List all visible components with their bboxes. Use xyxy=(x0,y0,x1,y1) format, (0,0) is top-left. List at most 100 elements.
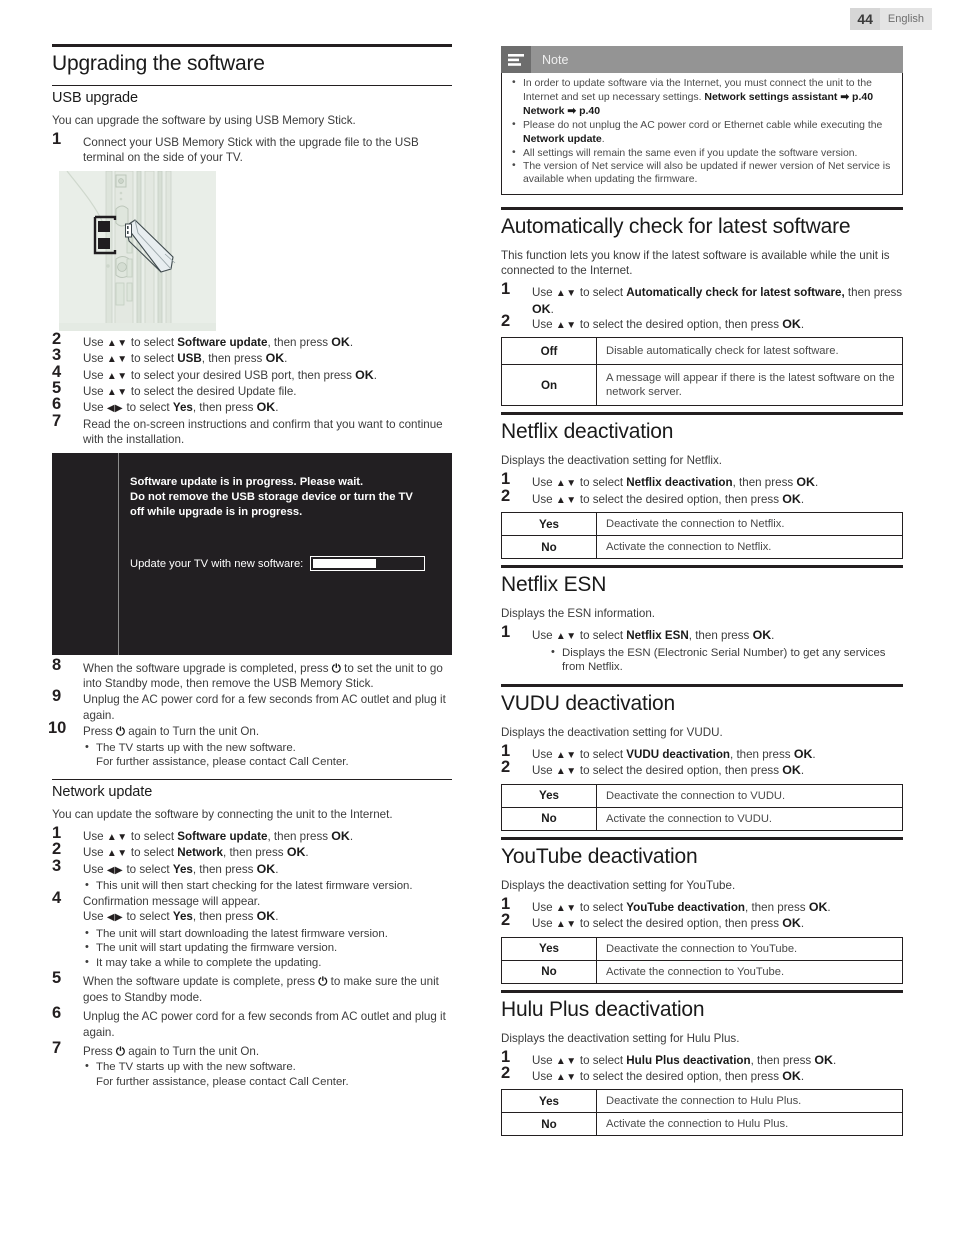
step-item: 2 Use ▲▼ to select the desired option, t… xyxy=(501,759,903,779)
section-intro: Displays the deactivation setting for Yo… xyxy=(501,878,736,892)
step-end: . xyxy=(373,368,377,382)
step-prefix: Use xyxy=(532,492,556,506)
step-prefix: Use xyxy=(532,629,556,643)
step-text-a: When the software upgrade is completed, … xyxy=(83,661,332,675)
step-number: 2 xyxy=(52,840,62,859)
table-row: No Activate the connection to YouTube. xyxy=(501,959,903,984)
page-title: Upgrading the software xyxy=(52,52,265,75)
step-end: . xyxy=(800,318,805,332)
network-steps-list: 1 Use ▲▼ to select Software update, then… xyxy=(52,824,452,1090)
step-prefix: Use xyxy=(83,352,107,366)
step-end: . xyxy=(771,629,775,643)
page-ref-arrow-icon: ➡ p.40 xyxy=(837,90,874,103)
step-middle: to select xyxy=(127,335,178,349)
step-post: , then press xyxy=(732,476,797,490)
table-row: Yes Deactivate the connection to VUDU. xyxy=(501,783,903,808)
step-middle: to select xyxy=(123,910,173,924)
step-text-a: Press xyxy=(83,1044,116,1058)
step-post: , then press xyxy=(730,747,794,761)
power-icon: ⏻ xyxy=(331,661,341,675)
section-intro: Displays the ESN information. xyxy=(501,607,656,621)
option-key: Yes xyxy=(501,783,597,808)
bullet-item: Displays the ESN (Electronic Serial Numb… xyxy=(549,645,903,675)
option-value: A message will appear if there is the la… xyxy=(596,364,903,407)
step-text-b: again to Turn the unit On. xyxy=(125,1044,260,1058)
updown-arrows-icon: ▲▼ xyxy=(555,320,577,332)
section-title: VUDU deactivation xyxy=(501,691,676,715)
note-body: In order to update software via the Inte… xyxy=(501,73,903,196)
step-end: . xyxy=(349,829,354,843)
step-item: 5 Use ▲▼ to select the desired Update fi… xyxy=(52,379,452,400)
step-number: 2 xyxy=(501,312,511,331)
divider-section xyxy=(501,836,903,840)
table-row: Yes Deactivate the connection to Netflix… xyxy=(501,512,903,537)
option-key: No xyxy=(501,1112,597,1137)
note-item: All settings will remain the same even i… xyxy=(510,147,894,161)
ok-key-label: OK xyxy=(265,351,285,366)
ok-key-label: OK xyxy=(256,400,276,415)
ok-key-label: OK xyxy=(782,763,801,778)
screen-divider xyxy=(118,452,119,655)
usb-steps-list: 1 Connect your USB Memory Stick with the… xyxy=(52,131,452,166)
step-middle: to select xyxy=(127,352,178,366)
section-title: Automatically check for latest software xyxy=(501,215,851,239)
updown-arrows-icon: ▲▼ xyxy=(106,848,128,860)
step-number: 5 xyxy=(52,379,62,398)
divider-section xyxy=(501,207,903,211)
step-number: 4 xyxy=(52,362,62,381)
progress-label: Update your TV with new software: xyxy=(130,557,304,570)
ok-key-label: OK xyxy=(355,367,374,382)
note-text: Please do not unplug the AC power cord o… xyxy=(523,119,883,131)
table-row: On A message will appear if there is the… xyxy=(501,364,903,407)
step-item: 7 Read the on-screen instructions and co… xyxy=(52,411,452,448)
step-end: . xyxy=(800,492,805,506)
section-title: Netflix ESN xyxy=(501,573,607,597)
step-bold-term: USB xyxy=(177,352,202,366)
step-bullets: Displays the ESN (Electronic Serial Numb… xyxy=(549,645,903,675)
step-prefix: Use xyxy=(83,846,107,860)
note-header: Note xyxy=(501,46,903,73)
step-post: , then press xyxy=(688,629,753,643)
step-item: 1 Use ▲▼ to select Netflix ESN, then pre… xyxy=(501,624,903,675)
ok-key-label: OK xyxy=(793,746,813,761)
step-post: , then press xyxy=(201,352,266,366)
divider-top-left xyxy=(52,44,452,47)
step-text-a: Unplug the AC power cord for a few secon… xyxy=(83,693,446,722)
option-key: Yes xyxy=(501,1089,597,1114)
step-number: 4 xyxy=(52,888,62,907)
step-bold-term: Yes xyxy=(172,910,193,924)
step-text: Connect your USB Memory Stick with the u… xyxy=(83,136,419,165)
updown-arrows-icon: ▲▼ xyxy=(106,354,128,366)
step-text-a: Press xyxy=(83,725,116,739)
step-end: . xyxy=(812,747,816,761)
note-lines-icon xyxy=(501,46,531,73)
updown-arrows-icon: ▲▼ xyxy=(555,1055,577,1067)
step-text: Read the on-screen instructions and conf… xyxy=(83,417,443,447)
updown-arrows-icon: ▲▼ xyxy=(106,370,128,382)
step-bullets: This unit will then start checking for t… xyxy=(83,878,452,894)
step-bold-term: Network xyxy=(177,846,224,860)
step-item: 2 Use ▲▼ to select Software update, then… xyxy=(52,330,452,351)
step-end: . xyxy=(800,1069,805,1083)
heading-network-update: Network update xyxy=(52,783,153,800)
step-number: 5 xyxy=(52,969,62,988)
divider-network-update xyxy=(52,778,452,780)
step-post: , then press xyxy=(223,846,287,860)
note-bold-term: Network update xyxy=(523,132,602,145)
step-prefix: Use xyxy=(532,917,556,931)
step-prefix: Use xyxy=(83,829,107,843)
step-middle: to select your desired USB port, then pr… xyxy=(127,368,356,382)
note-item: In order to update software via the Inte… xyxy=(510,77,894,119)
updown-arrows-icon: ▲▼ xyxy=(106,337,128,349)
step-item: 4 Use ▲▼ to select your desired USB port… xyxy=(52,362,452,384)
bullet-item: It may take a while to complete the upda… xyxy=(83,955,452,971)
step-bold-term: YouTube deactivation xyxy=(626,900,746,914)
power-icon: ⏻ xyxy=(115,725,126,739)
bullet-line-1: The TV starts up with the new software. xyxy=(96,1061,296,1074)
right-column: Note In order to update software via the… xyxy=(501,46,903,1142)
note-text-end: . xyxy=(601,133,605,145)
page-ref-arrow-icon: ➡ p.40 xyxy=(564,104,601,117)
step-number: 2 xyxy=(501,911,511,930)
step-number: 7 xyxy=(52,411,62,430)
step-item: 4 Confirmation message will appear. Use … xyxy=(52,888,452,971)
